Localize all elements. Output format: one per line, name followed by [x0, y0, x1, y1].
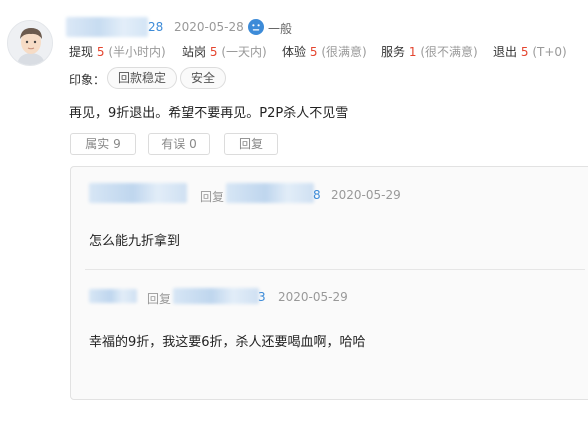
- reply-word: 回复: [200, 190, 225, 204]
- rating-score: 5: [209, 45, 218, 59]
- review-content: 再见，9折退出。希望不要再见。P2P杀人不见雪: [69, 106, 349, 121]
- impression-tag[interactable]: 回款稳定: [107, 67, 178, 89]
- rating-note: (很不满意): [420, 45, 478, 59]
- reply-target-suffix[interactable]: 3: [258, 290, 266, 304]
- reply-divider: [85, 269, 585, 270]
- rating-exit: 退出 5 (T+0): [493, 43, 567, 60]
- rating-standby: 站岗 5 (一天内): [182, 43, 267, 60]
- rating-note: (T+0): [532, 45, 567, 59]
- reply-word: 回复: [147, 292, 172, 306]
- reply-date: 2020-05-29: [331, 188, 401, 202]
- reply-thread: 回复 8 2020-05-29 怎么能九折拿到 回复 3 2020-05-29 …: [70, 166, 588, 400]
- username-masked[interactable]: [66, 17, 148, 37]
- rating-label: 体验: [282, 45, 307, 59]
- rating-score: 5: [309, 45, 318, 59]
- review-date: 2020-05-28: [174, 20, 244, 34]
- rating-score: 1: [408, 45, 417, 59]
- rating-note: (半小时内): [108, 45, 166, 59]
- username-suffix[interactable]: 28: [148, 20, 163, 34]
- rating-label: 站岗: [182, 45, 207, 59]
- reply-target-masked[interactable]: [173, 288, 259, 304]
- reply-content: 怎么能九折拿到: [89, 234, 181, 249]
- rating-label: 服务: [381, 45, 406, 59]
- impression-label: 印象：: [69, 73, 106, 87]
- rating-label: 提现: [69, 45, 94, 59]
- reply-target-suffix[interactable]: 8: [313, 188, 321, 202]
- reply-author-masked[interactable]: [89, 183, 187, 203]
- rating-withdraw: 提现 5 (半小时内): [69, 43, 166, 60]
- rating-score: 5: [520, 45, 529, 59]
- error-button[interactable]: 有误 0: [148, 133, 210, 155]
- truth-button[interactable]: 属实 9: [70, 133, 136, 155]
- reply-content: 幸福的9折，我这要6折，杀人还要喝血啊，哈哈: [89, 335, 366, 350]
- rating-service: 服务 1 (很不满意): [381, 43, 478, 60]
- reply-button[interactable]: 回复: [224, 133, 278, 155]
- rating-label: 退出: [493, 45, 518, 59]
- reply-author-masked[interactable]: [89, 289, 137, 303]
- rating-note: (一天内): [221, 45, 267, 59]
- reply-target-masked[interactable]: [226, 183, 314, 203]
- reply-date: 2020-05-29: [278, 290, 348, 304]
- impression-tag[interactable]: 安全: [180, 67, 227, 89]
- neutral-face-icon: [248, 19, 264, 35]
- avatar[interactable]: [7, 20, 53, 66]
- rating-note: (很满意): [321, 45, 367, 59]
- rating-experience: 体验 5 (很满意): [282, 43, 367, 60]
- rating-score: 5: [96, 45, 105, 59]
- mood-label: 一般: [268, 22, 293, 36]
